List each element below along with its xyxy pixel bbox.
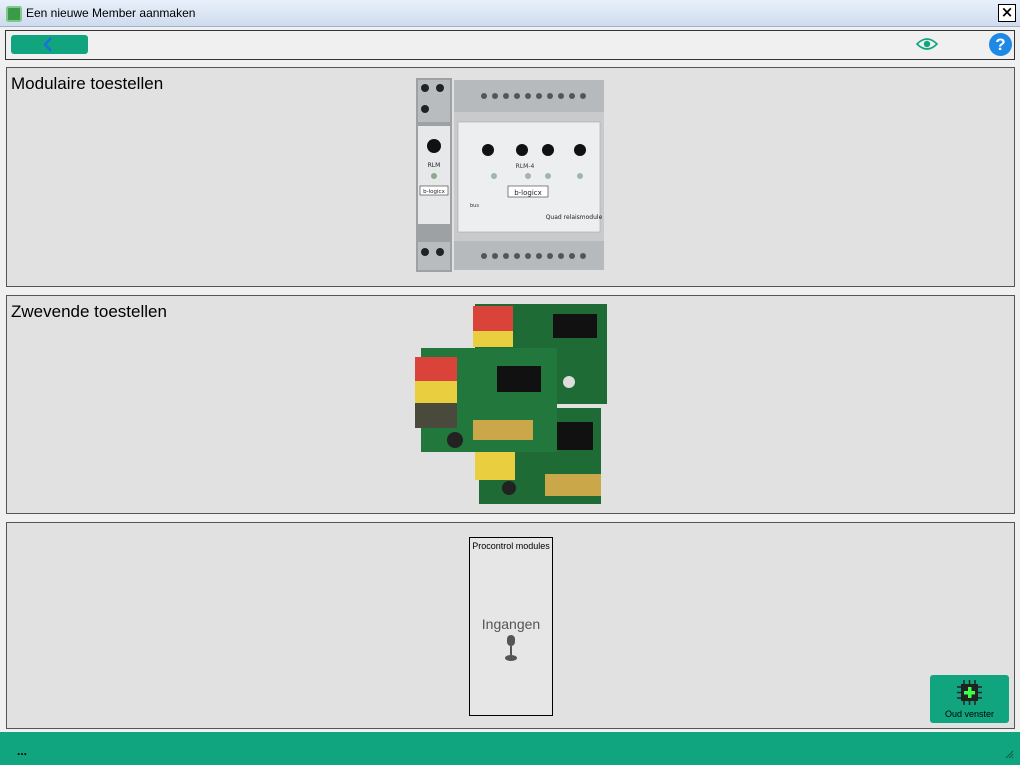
resize-grip-icon[interactable]	[1004, 749, 1014, 759]
close-button[interactable]: ×	[998, 4, 1016, 22]
device-subtitle: Quad relaismodule	[546, 214, 603, 221]
section-title: Modulaire toestellen	[11, 74, 164, 93]
chip-add-icon	[957, 680, 982, 705]
model-label: RLM-4	[516, 163, 535, 170]
old-window-label: Oud venster	[944, 709, 995, 719]
eye-icon[interactable]	[916, 37, 938, 51]
brand-large: b-logicx	[514, 189, 542, 197]
card-title: Procontrol modules	[472, 541, 550, 551]
brand-small: b-logicx	[423, 189, 445, 195]
status-text: ...	[17, 744, 28, 758]
rlm4-module-image[interactable]: RLM b-logicx RLM-4 b-logicx bus Quad rel…	[414, 76, 608, 274]
window-title: Een nieuwe Member aanmaken	[26, 6, 196, 20]
title-bar: Een nieuwe Member aanmaken ×	[0, 0, 1020, 27]
help-button[interactable]: ?	[989, 33, 1012, 56]
back-button[interactable]	[11, 35, 88, 54]
toolbar: ?	[5, 30, 1015, 60]
push-button-icon	[505, 635, 517, 661]
procontrol-panel: Procontrol modules Ingangen Oud venster	[6, 522, 1015, 729]
old-window-button[interactable]: Oud venster	[930, 675, 1009, 723]
floating-devices-panel[interactable]: Zwevende toestellen	[6, 295, 1015, 514]
status-bar: ...	[0, 732, 1020, 765]
bus-label: bus	[470, 203, 479, 209]
procontrol-ingangen-card[interactable]: Procontrol modules Ingangen	[469, 537, 553, 716]
chevron-left-icon	[43, 37, 52, 52]
section-title: Zwevende toestellen	[11, 302, 167, 321]
rlm-label: RLM	[428, 162, 441, 169]
app-icon	[6, 6, 22, 22]
floating-boards-image[interactable]	[413, 302, 609, 507]
modular-devices-panel[interactable]: Modulaire toestellen RLM b-logicx RLM-4	[6, 67, 1015, 287]
card-label: Ingangen	[481, 616, 541, 632]
